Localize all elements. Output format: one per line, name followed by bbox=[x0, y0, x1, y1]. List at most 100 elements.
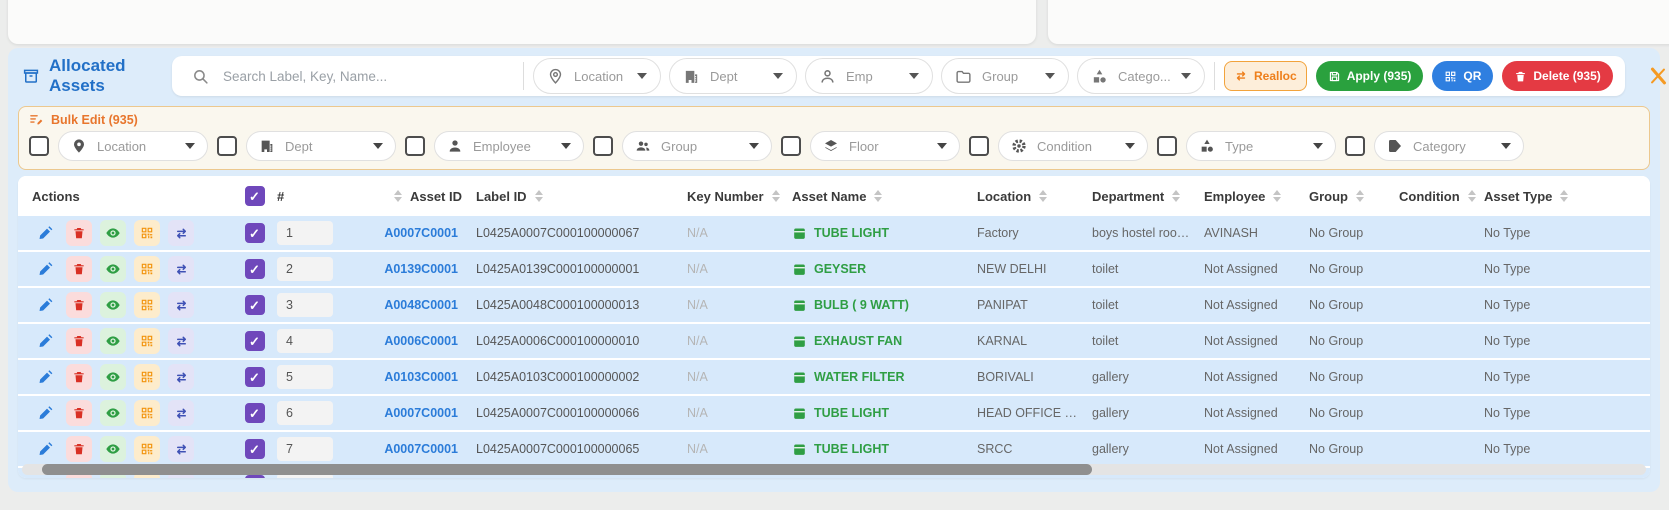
view-button[interactable] bbox=[100, 364, 126, 390]
qr-code-icon bbox=[141, 443, 153, 455]
sort-icon[interactable] bbox=[393, 190, 402, 202]
qr-row-button[interactable] bbox=[134, 364, 160, 390]
bulk-dropdown-employee[interactable]: Employee bbox=[434, 131, 584, 161]
bulk-dropdown-type[interactable]: Type bbox=[1186, 131, 1336, 161]
bulk-field-checkbox[interactable] bbox=[29, 136, 49, 156]
bulk-field-checkbox[interactable] bbox=[781, 136, 801, 156]
delete-row-button[interactable] bbox=[66, 400, 92, 426]
filter-dropdown-catego[interactable]: Catego... bbox=[1077, 58, 1205, 94]
qr-row-button[interactable] bbox=[134, 328, 160, 354]
cell-asset-id[interactable]: A0139C0001 bbox=[367, 262, 462, 276]
view-button[interactable] bbox=[100, 436, 126, 462]
reallocate-button[interactable] bbox=[168, 220, 194, 246]
row-checkbox[interactable]: ✓ bbox=[244, 475, 265, 478]
edit-button[interactable] bbox=[32, 328, 58, 354]
view-button[interactable] bbox=[100, 220, 126, 246]
cell-asset-id[interactable]: A0007C0001 bbox=[367, 442, 462, 456]
cell-asset-id[interactable]: A0006C0001 bbox=[367, 334, 462, 348]
sort-icon[interactable] bbox=[1560, 190, 1569, 202]
delete-row-button[interactable] bbox=[66, 328, 92, 354]
qr-row-button[interactable] bbox=[134, 220, 160, 246]
reallocate-button[interactable] bbox=[168, 292, 194, 318]
qr-row-button[interactable] bbox=[134, 436, 160, 462]
reallocate-arrows-icon bbox=[174, 478, 189, 479]
bulk-dropdown-dept[interactable]: Dept bbox=[246, 131, 396, 161]
search-box[interactable] bbox=[184, 67, 514, 85]
reallocate-button[interactable] bbox=[168, 436, 194, 462]
reallocate-button[interactable] bbox=[168, 328, 194, 354]
view-button[interactable] bbox=[100, 328, 126, 354]
row-checkbox[interactable]: ✓ bbox=[244, 295, 265, 315]
edit-button[interactable] bbox=[32, 256, 58, 282]
cell-asset-name bbox=[792, 478, 977, 479]
reallocate-button[interactable] bbox=[168, 364, 194, 390]
clear-filters-x-icon[interactable] bbox=[1647, 65, 1669, 87]
filter-dropdown-dept[interactable]: Dept bbox=[669, 58, 797, 94]
row-checkbox[interactable]: ✓ bbox=[244, 367, 265, 387]
bulk-field-checkbox[interactable] bbox=[405, 136, 425, 156]
delete-button[interactable]: Delete (935) bbox=[1502, 61, 1613, 91]
horizontal-scrollbar-thumb[interactable] bbox=[42, 464, 1092, 475]
cell-asset-name: EXHAUST FAN bbox=[792, 334, 977, 349]
bulk-field-checkbox[interactable] bbox=[1345, 136, 1365, 156]
delete-row-button[interactable] bbox=[66, 256, 92, 282]
qr-row-button[interactable] bbox=[134, 292, 160, 318]
row-checkbox[interactable]: ✓ bbox=[244, 439, 265, 459]
cell-asset-id[interactable]: A0007C0001 bbox=[367, 226, 462, 240]
cell-asset-id[interactable]: A0103C0001 bbox=[367, 370, 462, 384]
search-input[interactable] bbox=[221, 67, 501, 85]
bulk-dropdown-location[interactable]: Location bbox=[58, 131, 208, 161]
filter-dropdown-emp[interactable]: Emp bbox=[805, 58, 933, 94]
edit-button[interactable] bbox=[32, 400, 58, 426]
reallocate-button[interactable] bbox=[168, 400, 194, 426]
reallocate-button[interactable] bbox=[168, 256, 194, 282]
horizontal-scrollbar[interactable] bbox=[22, 464, 1646, 475]
cell-asset-id[interactable]: A0007C0001 bbox=[367, 406, 462, 420]
reallocate-arrows-icon bbox=[1236, 71, 1246, 81]
qr-row-button[interactable] bbox=[134, 400, 160, 426]
sort-icon[interactable] bbox=[534, 190, 543, 202]
bulk-dropdown-condition[interactable]: Condition bbox=[998, 131, 1148, 161]
cell-group: No Group bbox=[1309, 226, 1364, 240]
view-button[interactable] bbox=[100, 256, 126, 282]
delete-row-button[interactable] bbox=[66, 220, 92, 246]
edit-button[interactable] bbox=[32, 364, 58, 390]
edit-button[interactable] bbox=[32, 292, 58, 318]
row-checkbox[interactable]: ✓ bbox=[244, 259, 265, 279]
delete-row-button[interactable] bbox=[66, 436, 92, 462]
row-number: 7 bbox=[277, 437, 333, 461]
bulk-field-checkbox[interactable] bbox=[593, 136, 613, 156]
bulk-dropdown-group[interactable]: Group bbox=[622, 131, 772, 161]
realloc-button[interactable]: Realloc bbox=[1224, 61, 1307, 91]
bulk-field-checkbox[interactable] bbox=[1157, 136, 1177, 156]
bulk-dropdown-category[interactable]: Category bbox=[1374, 131, 1524, 161]
sort-icon[interactable] bbox=[1273, 190, 1282, 202]
sort-icon[interactable] bbox=[1172, 190, 1181, 202]
filter-dropdown-group[interactable]: Group bbox=[941, 58, 1069, 94]
bulk-field-checkbox[interactable] bbox=[969, 136, 989, 156]
edit-button[interactable] bbox=[32, 220, 58, 246]
view-button[interactable] bbox=[100, 292, 126, 318]
sort-icon[interactable] bbox=[874, 190, 883, 202]
bulk-dropdown-floor[interactable]: Floor bbox=[810, 131, 960, 161]
row-checkbox[interactable]: ✓ bbox=[244, 331, 265, 351]
cell-asset-id[interactable]: A0048C0001 bbox=[367, 298, 462, 312]
qr-button[interactable]: QR bbox=[1432, 61, 1494, 91]
delete-row-button[interactable] bbox=[66, 292, 92, 318]
cell-location: KARNAL bbox=[977, 334, 1028, 348]
row-checkbox[interactable]: ✓ bbox=[244, 223, 265, 243]
sort-icon[interactable] bbox=[771, 190, 780, 202]
sort-icon[interactable] bbox=[1467, 190, 1476, 202]
sort-icon[interactable] bbox=[1039, 190, 1048, 202]
delete-row-button[interactable] bbox=[66, 364, 92, 390]
edit-button[interactable] bbox=[32, 436, 58, 462]
row-checkbox[interactable]: ✓ bbox=[244, 403, 265, 423]
apply-button[interactable]: Apply (935) bbox=[1315, 61, 1424, 91]
table-row: ✓ 6 A0007C0001 L0425A0007C000100000066 N… bbox=[18, 396, 1650, 432]
filter-dropdown-location[interactable]: Location bbox=[533, 58, 661, 94]
bulk-field-checkbox[interactable] bbox=[217, 136, 237, 156]
sort-icon[interactable] bbox=[1356, 190, 1364, 202]
view-button[interactable] bbox=[100, 400, 126, 426]
qr-row-button[interactable] bbox=[134, 256, 160, 282]
select-all-checkbox[interactable]: ✓ bbox=[244, 186, 265, 206]
